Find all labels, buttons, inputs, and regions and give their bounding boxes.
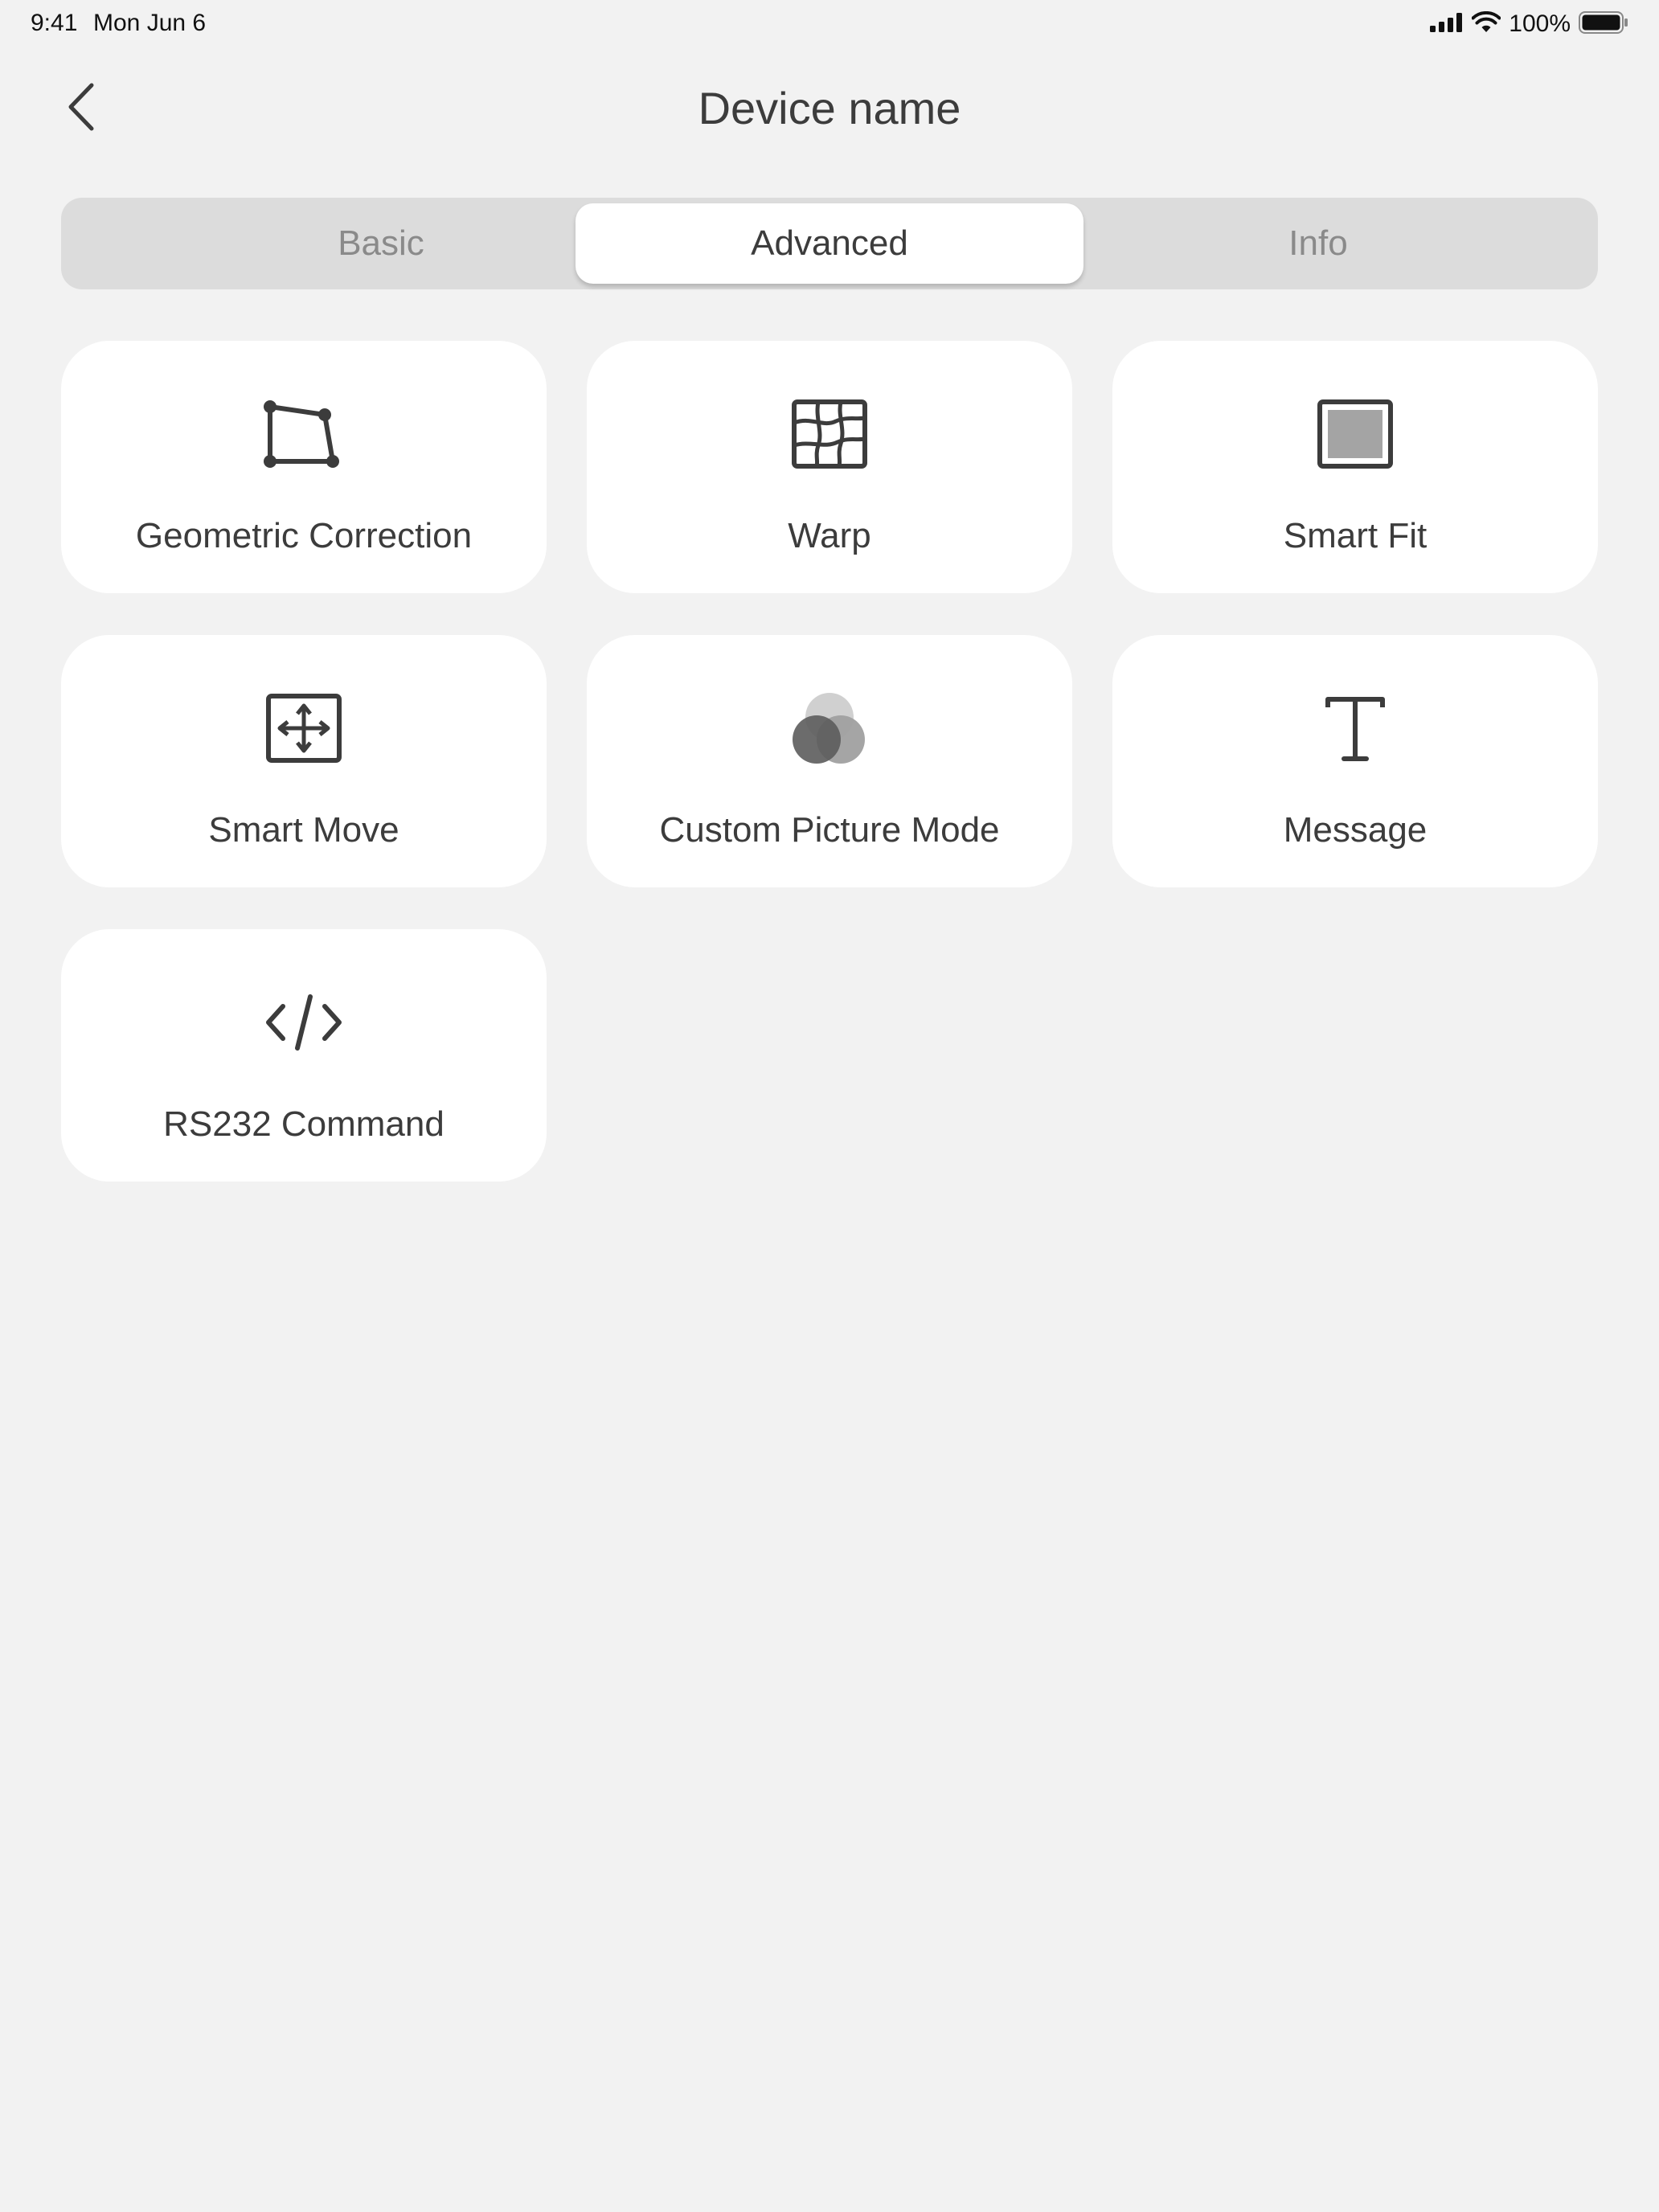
tile-label: Smart Fit <box>1283 516 1428 555</box>
smart-fit-icon <box>1112 395 1598 479</box>
cellular-signal-icon <box>1430 12 1464 36</box>
code-brackets-icon <box>61 984 547 1067</box>
smart-fit-tile[interactable]: Smart Fit <box>1112 341 1598 593</box>
tile-label: Message <box>1283 810 1428 850</box>
custom-picture-mode-tile[interactable]: Custom Picture Mode <box>587 635 1072 887</box>
text-t-icon <box>1112 690 1598 773</box>
move-arrows-icon <box>61 690 547 773</box>
wifi-icon <box>1471 10 1501 38</box>
battery-icon <box>1579 10 1628 39</box>
tile-label: Warp <box>788 516 871 555</box>
smart-move-tile[interactable]: Smart Move <box>61 635 547 887</box>
color-circles-icon <box>587 690 1072 773</box>
page-title: Device name <box>698 83 961 133</box>
message-tile[interactable]: Message <box>1112 635 1598 887</box>
warp-tile[interactable]: Warp <box>587 341 1072 593</box>
status-date: Mon Jun 6 <box>93 10 207 36</box>
battery-percent: 100% <box>1509 10 1571 37</box>
geometric-correction-tile[interactable]: Geometric Correction <box>61 341 547 593</box>
navigation-bar: Device name <box>0 64 1659 161</box>
geometric-correction-icon <box>61 395 547 479</box>
status-time: 9:41 <box>31 10 78 36</box>
rs232-command-tile[interactable]: RS232 Command <box>61 929 547 1182</box>
status-bar: 9:41 Mon Jun 6 100% <box>0 0 1659 48</box>
segmented-control: Basic Advanced Info <box>61 198 1598 289</box>
tile-label: Smart Move <box>208 810 399 850</box>
tab-advanced[interactable]: Advanced <box>576 203 1083 284</box>
tab-basic[interactable]: Basic <box>127 203 635 284</box>
tile-label: RS232 Command <box>163 1104 444 1144</box>
status-indicators: 100% <box>1430 8 1628 40</box>
tab-info[interactable]: Info <box>1143 203 1493 284</box>
tile-label: Geometric Correction <box>135 516 473 555</box>
tile-label: Custom Picture Mode <box>659 810 1000 850</box>
warp-grid-icon <box>587 395 1072 479</box>
